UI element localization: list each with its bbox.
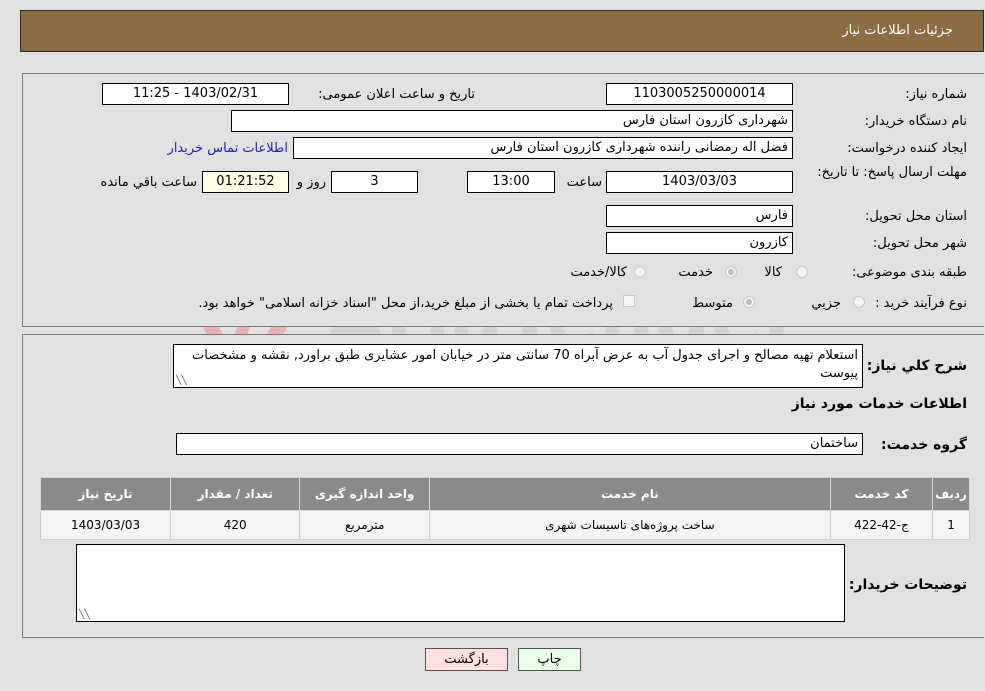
announce-datetime-field: 1403/02/31 - 11:25 xyxy=(102,83,289,105)
service-group-label: گروه خدمت: xyxy=(881,437,967,453)
need-number-field: 1103005250000014 xyxy=(606,83,793,105)
remaining-time-label: ساعت باقي مانده xyxy=(100,175,197,190)
resize-grip-icon[interactable]: ╲╲ xyxy=(79,611,90,620)
province-field: فارس xyxy=(606,205,793,227)
col-quantity: تعداد / مقدار xyxy=(170,477,301,511)
deadline-time-field: 13:00 xyxy=(467,171,555,193)
cell-row-number: 1 xyxy=(932,510,970,540)
description-text: استعلام تهیه مصالح و اجرای جدول آب به عر… xyxy=(192,348,858,381)
category-goods-service-label: کالا/خدمت xyxy=(570,265,627,280)
table-header-row: ردیف کد خدمت نام خدمت واحد اندازه گیری ت… xyxy=(39,477,970,511)
process-small-radio[interactable] xyxy=(853,296,865,308)
days-label: روز و xyxy=(296,175,326,190)
description-label: شرح كلي نياز: xyxy=(866,358,967,374)
remaining-time-field: 01:21:52 xyxy=(202,171,289,193)
col-need-date: تاریخ نیاز xyxy=(39,477,172,511)
resize-grip-icon[interactable]: ╲╲ xyxy=(176,377,187,386)
remaining-days-field: 3 xyxy=(331,171,418,193)
services-heading: اطلاعات خدمات مورد نیاز xyxy=(791,396,967,412)
category-label: طبقه بندی موضوعی: xyxy=(851,265,967,280)
buyer-contact-link[interactable]: اطلاعات تماس خریدار xyxy=(168,141,288,156)
col-service-name: نام خدمت xyxy=(428,477,831,511)
buyer-notes-textarea[interactable]: ╲╲ xyxy=(76,544,845,622)
services-table: ردیف کد خدمت نام خدمت واحد اندازه گیری ت… xyxy=(39,477,970,540)
service-group-field: ساختمان xyxy=(176,433,863,455)
city-field: کازرون xyxy=(606,232,793,254)
page-header: جزئیات اطلاعات نیاز xyxy=(20,10,984,52)
treasury-note: پرداخت تمام یا بخشی از مبلغ خرید،از محل … xyxy=(198,296,613,311)
city-label: شهر محل تحویل: xyxy=(872,236,967,251)
category-service-radio[interactable] xyxy=(725,266,737,278)
need-number-label: شماره نیاز: xyxy=(905,87,967,102)
process-label: نوع فرآیند خرید : xyxy=(875,296,967,311)
col-service-code: کد خدمت xyxy=(829,477,934,511)
deadline-date-field: 1403/03/03 xyxy=(606,171,793,193)
deadline-label: مهلت ارسال پاسخ: تا تاریخ: xyxy=(817,165,967,180)
cell-unit: مترمربع xyxy=(299,510,430,540)
deadline-time-label: ساعت xyxy=(566,175,602,190)
col-row-number: ردیف xyxy=(932,477,970,511)
process-small-label: جزيي xyxy=(811,296,841,311)
description-textarea[interactable]: استعلام تهیه مصالح و اجرای جدول آب به عر… xyxy=(173,344,863,388)
announce-datetime-label: تاریخ و ساعت اعلان عمومی: xyxy=(318,87,475,102)
col-unit: واحد اندازه گیری xyxy=(299,477,430,511)
buyer-notes-label: توضیحات خریدار: xyxy=(848,577,967,593)
process-medium-radio[interactable] xyxy=(743,296,755,308)
cell-need-date: 1403/03/03 xyxy=(39,510,172,540)
category-service-label: خدمت xyxy=(678,265,713,280)
province-label: استان محل تحویل: xyxy=(865,209,967,224)
creator-label: ایجاد کننده درخواست: xyxy=(847,141,967,156)
category-goods-service-radio[interactable] xyxy=(634,266,646,278)
cell-quantity: 420 xyxy=(170,510,301,540)
print-button[interactable]: چاپ xyxy=(518,648,581,671)
page-title: جزئیات اطلاعات نیاز xyxy=(842,23,953,38)
buyer-org-label: نام دستگاه خریدار: xyxy=(864,114,967,129)
category-goods-radio[interactable] xyxy=(796,266,808,278)
creator-field: فضل اله رمضانی راننده شهرداری کازرون است… xyxy=(293,137,793,159)
table-row: 1 ج-42-422 ساخت پروژه‌های تاسیسات شهری م… xyxy=(39,510,970,540)
buyer-org-field: شهرداری کازرون استان فارس xyxy=(231,110,793,132)
cell-service-code: ج-42-422 xyxy=(829,510,934,540)
cell-service-name: ساخت پروژه‌های تاسیسات شهری xyxy=(428,510,831,540)
category-goods-label: کالا xyxy=(764,265,782,280)
back-button[interactable]: بازگشت xyxy=(425,648,508,671)
treasury-checkbox[interactable] xyxy=(623,295,635,307)
process-medium-label: متوسط xyxy=(692,296,733,311)
